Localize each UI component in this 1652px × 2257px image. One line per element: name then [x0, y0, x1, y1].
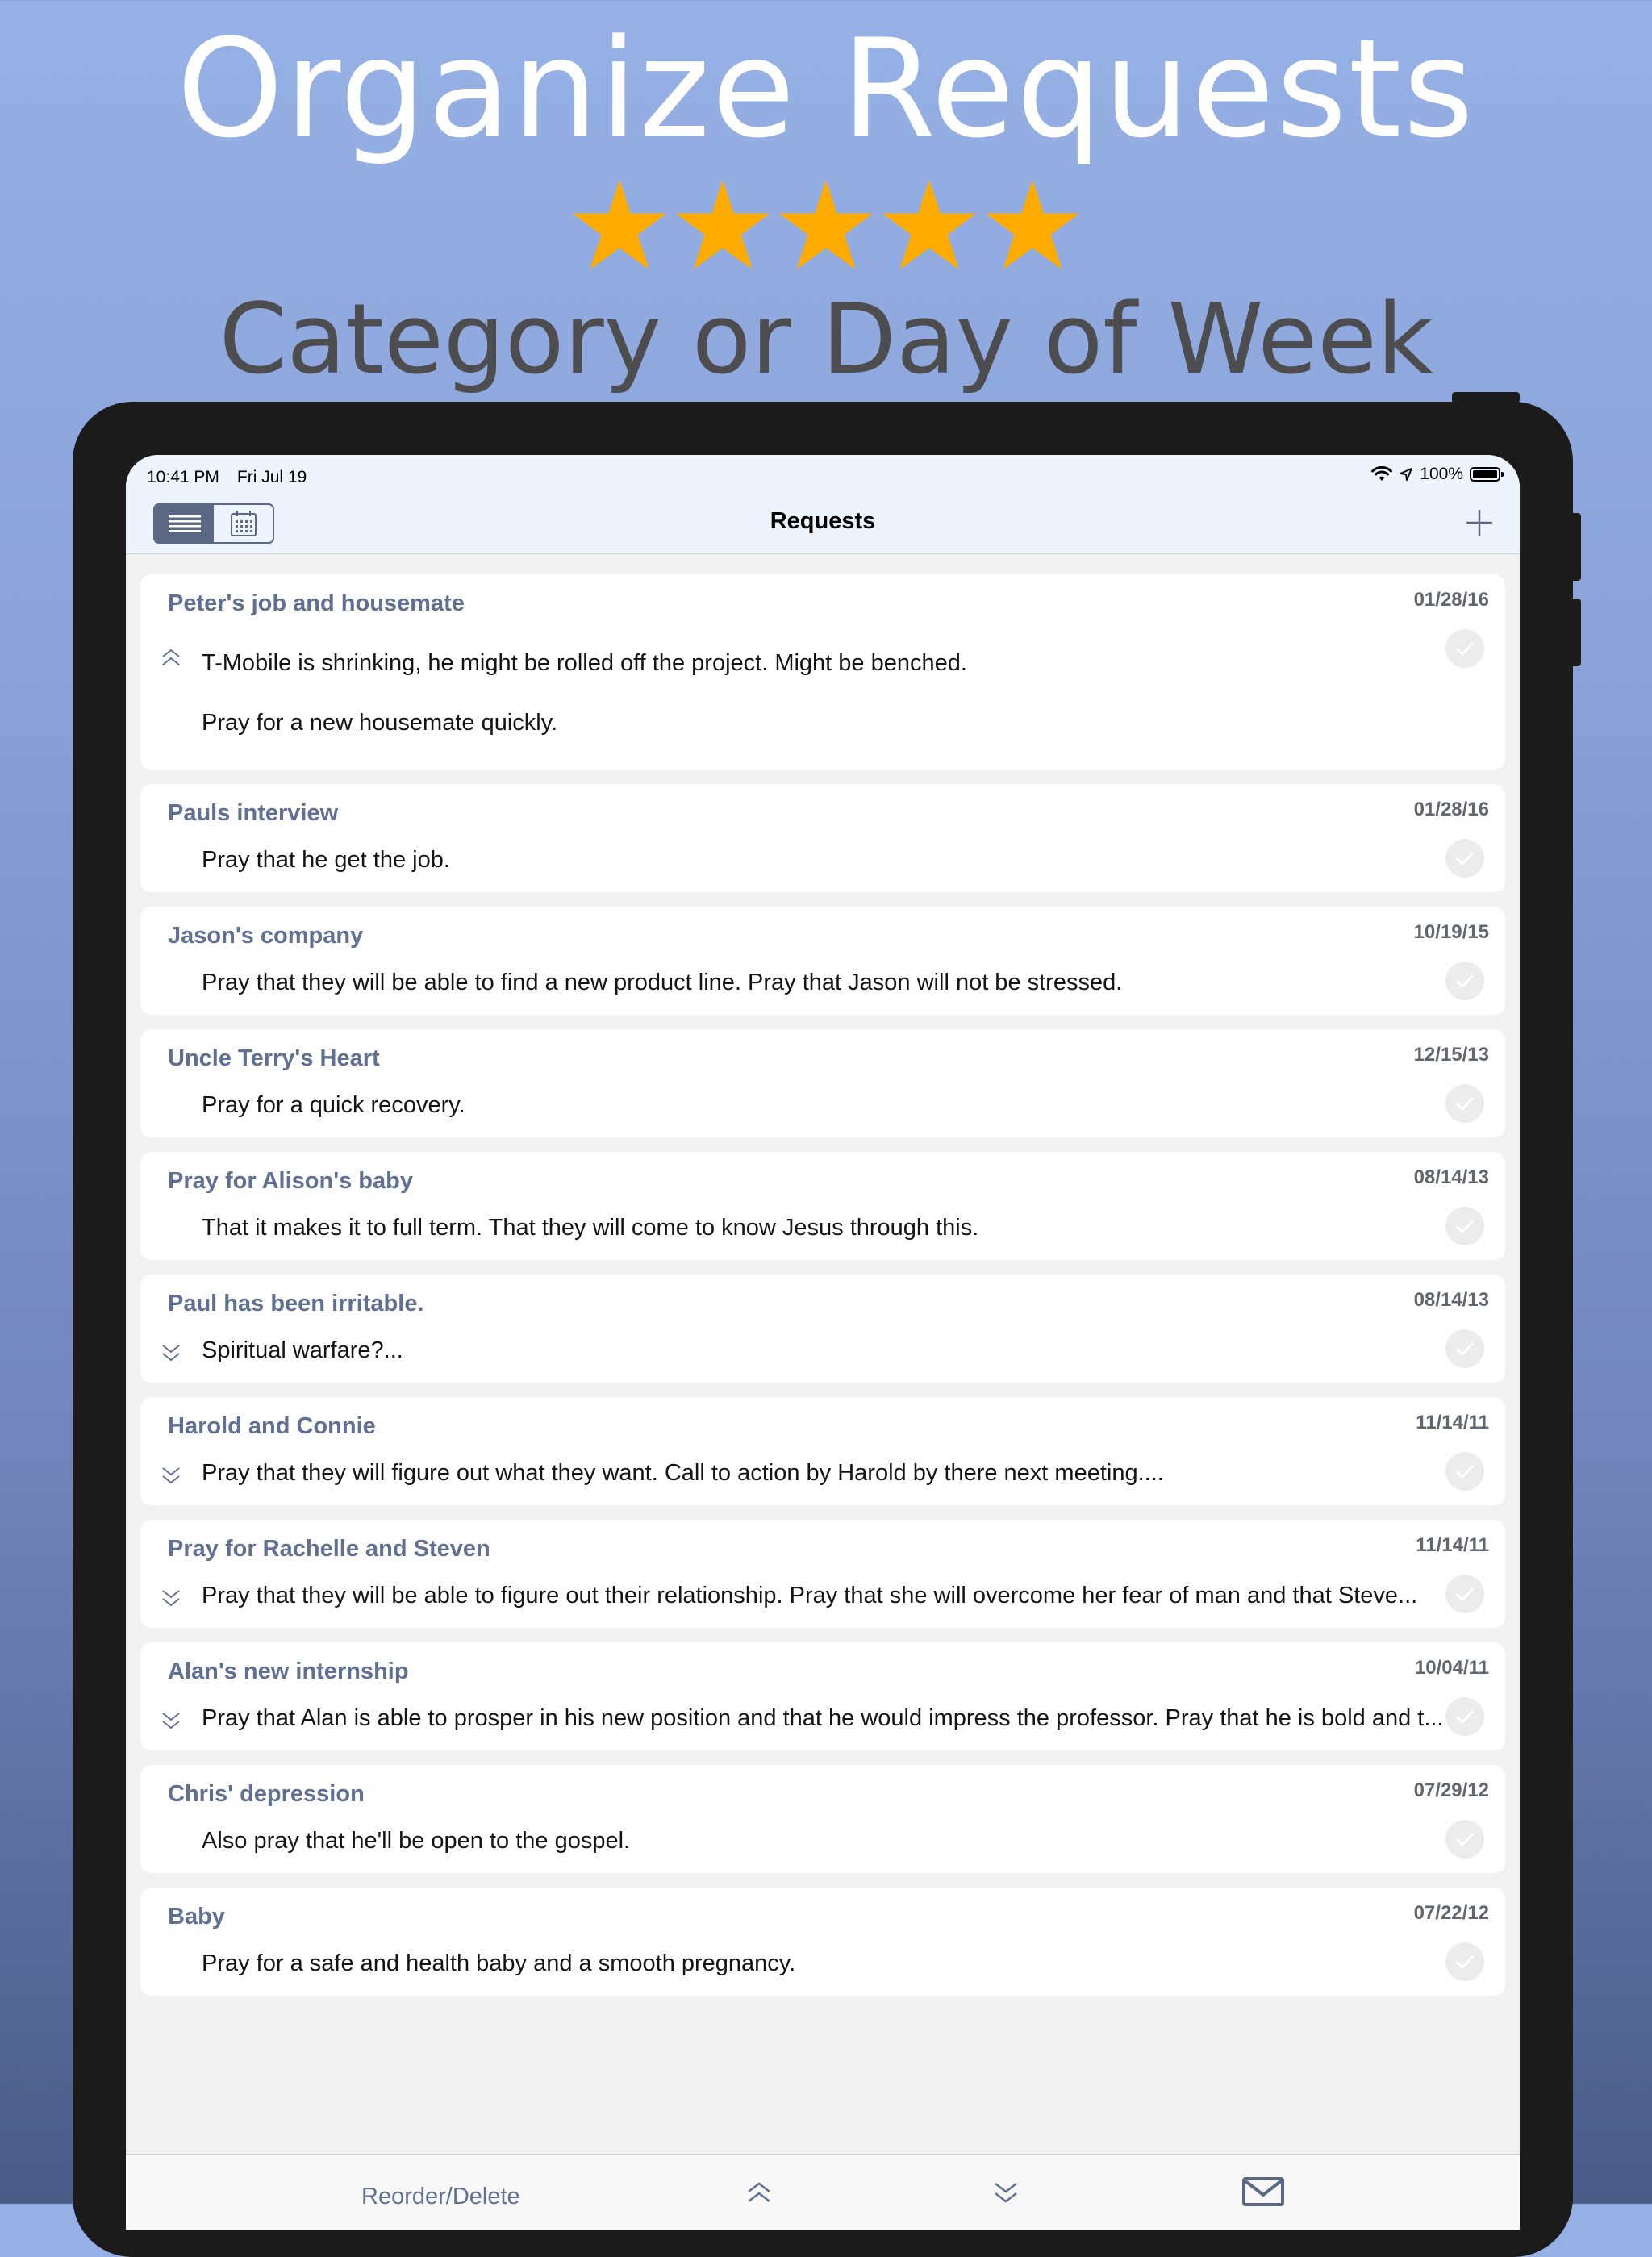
- request-card[interactable]: Alan's new internship 10/04/11 Pray that…: [140, 1642, 1505, 1750]
- request-text: Pray for a new housemate quickly.: [202, 710, 558, 736]
- collapse-chevron-icon[interactable]: [160, 645, 182, 670]
- request-text: Pray that they will be able to find a ne…: [202, 970, 1123, 995]
- expand-chevron-icon[interactable]: [160, 1586, 182, 1610]
- request-text: Pray that he get the job.: [202, 847, 450, 873]
- app-screen: 10:41 PM Fri Jul 19 100% Requests Peter'…: [126, 455, 1520, 2230]
- mail-icon[interactable]: [1242, 2177, 1284, 2206]
- checkmark-icon: [1455, 1709, 1475, 1725]
- request-text: Pray for a safe and health baby and a sm…: [202, 1950, 796, 1976]
- request-card[interactable]: Jason's company 10/19/15 Pray that they …: [140, 907, 1505, 1015]
- answered-checkmark-button[interactable]: [1446, 1820, 1484, 1859]
- checkmark-icon: [1455, 1832, 1475, 1847]
- request-date: 08/14/13: [1413, 1166, 1489, 1188]
- answered-checkmark-button[interactable]: [1446, 1329, 1484, 1368]
- request-text: Pray for a quick recovery.: [202, 1092, 465, 1118]
- checkmark-icon: [1455, 1341, 1475, 1357]
- request-date: 10/19/15: [1413, 921, 1489, 943]
- star-icon: [882, 180, 976, 269]
- request-card[interactable]: Uncle Terry's Heart 12/15/13 Pray for a …: [140, 1029, 1505, 1137]
- star-icon: [986, 180, 1079, 269]
- star-icon: [779, 180, 873, 269]
- request-text: Pray that Alan is able to prosper in his…: [202, 1705, 1444, 1731]
- answered-checkmark-button[interactable]: [1446, 1452, 1484, 1491]
- checkmark-icon: [1455, 1955, 1475, 1970]
- request-date: 07/22/12: [1413, 1902, 1489, 1924]
- answered-checkmark-button[interactable]: [1446, 1697, 1484, 1736]
- checkmark-icon: [1455, 1587, 1475, 1602]
- rating-stars: [0, 176, 1652, 277]
- request-text: Pray that they will figure out what they…: [202, 1460, 1164, 1486]
- status-date: Fri Jul 19: [236, 468, 307, 486]
- answered-checkmark-button[interactable]: [1446, 629, 1484, 668]
- request-text: That it makes it to full term. That they…: [202, 1215, 979, 1241]
- star-icon: [573, 180, 666, 269]
- request-card[interactable]: Pray for Alison's baby 08/14/13 That it …: [140, 1152, 1505, 1260]
- request-card[interactable]: Harold and Connie 11/14/11 Pray that the…: [140, 1397, 1505, 1505]
- request-title: Pauls interview: [168, 800, 339, 826]
- request-card[interactable]: Chris' depression 07/29/12 Also pray tha…: [140, 1765, 1505, 1873]
- plus-icon[interactable]: [1463, 507, 1496, 539]
- checkmark-icon: [1455, 851, 1475, 866]
- request-title: Alan's new internship: [168, 1658, 409, 1684]
- request-title: Chris' depression: [168, 1781, 365, 1807]
- request-list: Peter's job and housemate 01/28/16 T-Mob…: [140, 574, 1505, 2010]
- location-arrow-icon: [1400, 468, 1413, 481]
- promo-headline: Organize Requests: [177, 10, 1475, 168]
- request-title: Jason's company: [168, 923, 364, 949]
- page-title: Requests: [770, 508, 876, 534]
- expand-chevron-icon[interactable]: [160, 1463, 182, 1487]
- request-text: Also pray that he'll be open to the gosp…: [202, 1828, 631, 1854]
- request-date: 08/14/13: [1413, 1289, 1489, 1311]
- request-card[interactable]: Paul has been irritable. 08/14/13 Spirit…: [140, 1275, 1505, 1383]
- answered-checkmark-button[interactable]: [1446, 1207, 1484, 1245]
- status-bar: 10:41 PM Fri Jul 19 100%: [126, 455, 1520, 499]
- request-text: Spiritual warfare?...: [202, 1337, 403, 1363]
- request-date: 11/14/11: [1416, 1534, 1489, 1556]
- reorder-delete-button[interactable]: Reorder/Delete: [361, 2184, 520, 2210]
- request-card[interactable]: Peter's job and housemate 01/28/16 T-Mob…: [140, 574, 1505, 770]
- request-date: 07/29/12: [1413, 1779, 1489, 1801]
- request-card[interactable]: Pray for Rachelle and Steven 11/14/11 Pr…: [140, 1520, 1505, 1628]
- answered-checkmark-button[interactable]: [1446, 839, 1484, 878]
- battery-percent: 100%: [1420, 465, 1463, 483]
- request-text: T-Mobile is shrinking, he might be rolle…: [202, 650, 967, 676]
- checkmark-icon: [1455, 1464, 1475, 1479]
- checkmark-icon: [1455, 974, 1475, 989]
- answered-checkmark-button[interactable]: [1446, 962, 1484, 1000]
- status-time: 10:41 PM: [147, 468, 219, 486]
- expand-all-icon[interactable]: [992, 2179, 1020, 2206]
- request-card[interactable]: Baby 07/22/12 Pray for a safe and health…: [140, 1888, 1505, 1996]
- request-title: Baby: [168, 1904, 225, 1930]
- battery-icon: [1470, 467, 1504, 482]
- request-title: Pray for Rachelle and Steven: [168, 1536, 490, 1562]
- request-date: 01/28/16: [1413, 799, 1489, 820]
- answered-checkmark-button[interactable]: [1446, 1942, 1484, 1981]
- answered-checkmark-button[interactable]: [1446, 1575, 1484, 1613]
- request-title: Harold and Connie: [168, 1413, 376, 1439]
- checkmark-icon: [1455, 1096, 1475, 1112]
- tablet-device: 10:41 PM Fri Jul 19 100% Requests Peter'…: [73, 402, 1573, 2257]
- star-icon: [676, 180, 770, 269]
- request-title: Paul has been irritable.: [168, 1291, 424, 1316]
- request-date: 01/28/16: [1413, 589, 1489, 611]
- request-date: 12/15/13: [1413, 1044, 1489, 1066]
- navigation-bar: Requests: [126, 499, 1520, 554]
- wifi-icon: [1371, 466, 1393, 481]
- request-card[interactable]: Pauls interview 01/28/16 Pray that he ge…: [140, 784, 1505, 892]
- request-date: 10/04/11: [1414, 1657, 1489, 1679]
- checkmark-icon: [1455, 641, 1475, 657]
- request-text: Pray that they will be able to figure ou…: [202, 1583, 1418, 1608]
- promo-subheadline: Category or Day of Week: [219, 284, 1433, 396]
- expand-chevron-icon[interactable]: [160, 1708, 182, 1733]
- bottom-toolbar: Reorder/Delete: [126, 2154, 1520, 2230]
- request-title: Uncle Terry's Heart: [168, 1045, 380, 1071]
- expand-chevron-icon[interactable]: [160, 1341, 182, 1365]
- request-date: 11/14/11: [1416, 1412, 1489, 1433]
- request-title: Pray for Alison's baby: [168, 1168, 413, 1194]
- answered-checkmark-button[interactable]: [1446, 1084, 1484, 1123]
- checkmark-icon: [1455, 1219, 1475, 1234]
- collapse-all-icon[interactable]: [745, 2179, 773, 2206]
- request-title: Peter's job and housemate: [168, 590, 465, 616]
